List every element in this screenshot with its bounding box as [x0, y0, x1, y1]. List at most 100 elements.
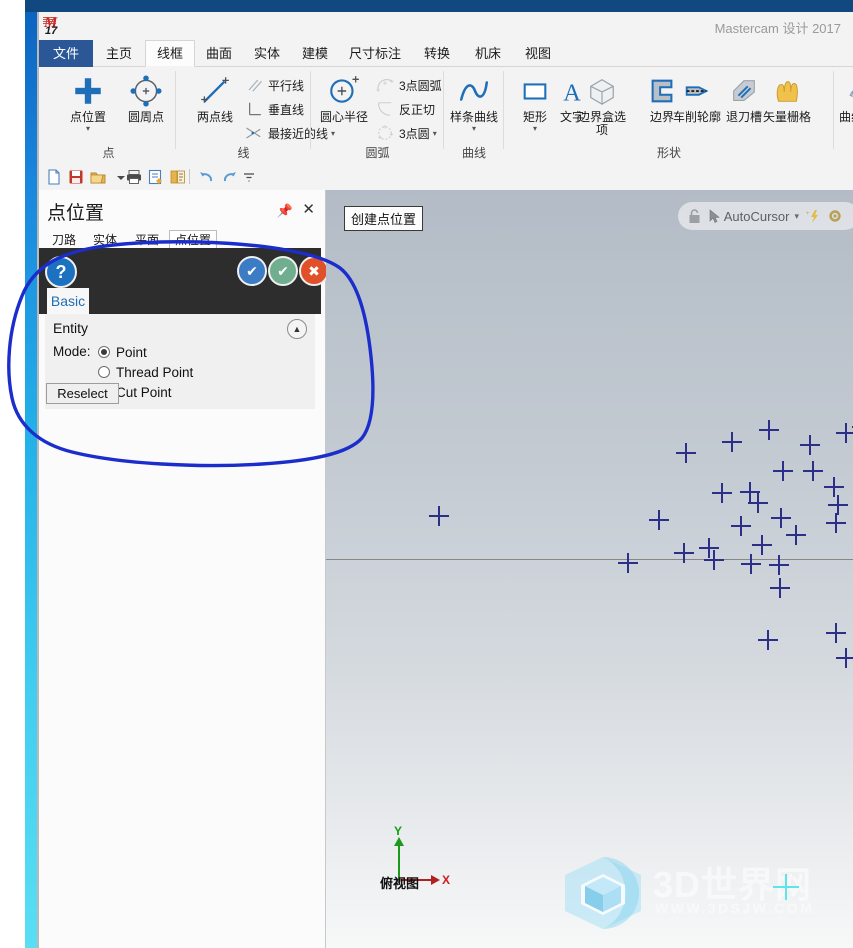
- radio-point[interactable]: Point: [98, 342, 147, 362]
- ribbon-tab-2[interactable]: 主页: [93, 40, 145, 67]
- bounding-box-icon: [590, 79, 614, 105]
- ribbon-tab-1[interactable]: 文件: [39, 40, 93, 67]
- mastercam-logo-icon[interactable]: M 17: [42, 15, 70, 39]
- ribbon-tab-10[interactable]: 视图: [513, 40, 563, 67]
- ribbon-button-3点圆[interactable]: 3点圆 ▾: [373, 121, 437, 145]
- ribbon-tab-3[interactable]: 线框: [145, 40, 195, 67]
- undo-icon[interactable]: [197, 167, 217, 187]
- point-marker[interactable]: [740, 482, 760, 502]
- ribbon-button-样条曲线[interactable]: 样条曲线 ▾: [447, 71, 501, 133]
- point-marker[interactable]: [674, 543, 694, 563]
- y-axis-arrow: [394, 837, 404, 846]
- point-marker[interactable]: [786, 525, 806, 545]
- customize-qat-carat[interactable]: [239, 167, 259, 187]
- point-marker[interactable]: [758, 630, 778, 650]
- ribbon-button-垂直线[interactable]: 垂直线: [242, 97, 304, 121]
- ribbon-button-边界盒选项[interactable]: 边界盒选项: [574, 71, 630, 137]
- point-marker[interactable]: [826, 623, 846, 643]
- point-marker[interactable]: [722, 432, 742, 452]
- point-marker[interactable]: [773, 461, 793, 481]
- point-marker[interactable]: [752, 535, 772, 555]
- graphics-viewport[interactable]: 创建点位置 AutoCursor ▾ + Y X 俯视图 3D世界网 WWW.3…: [326, 190, 853, 948]
- plus-point-icon: [75, 78, 101, 104]
- ribbon-tab-9[interactable]: 机床: [463, 40, 513, 67]
- ribbon-button-曲线—边界[interactable]: 曲线—边界: [836, 71, 853, 137]
- point-marker[interactable]: [770, 578, 790, 598]
- ribbon-button-矢量栅格[interactable]: 矢量栅格: [759, 71, 815, 124]
- ribbon-tab-4[interactable]: 曲面: [195, 40, 243, 67]
- ribbon-button-平行线[interactable]: 平行线: [242, 73, 304, 97]
- point-marker[interactable]: [712, 483, 732, 503]
- chevron-down-icon[interactable]: ▾: [61, 124, 115, 133]
- point-marker[interactable]: [731, 516, 751, 536]
- ribbon-group-name: 形状: [656, 146, 681, 160]
- point-marker[interactable]: [836, 423, 853, 443]
- ribbon-tab-7[interactable]: 尺寸标注: [339, 40, 411, 67]
- ribbon-button-圆心半径[interactable]: 圆心半径: [317, 71, 371, 124]
- point-marker[interactable]: [800, 435, 820, 455]
- screenshot-icon[interactable]: [168, 167, 188, 187]
- lock-icon[interactable]: [688, 208, 701, 224]
- chevron-up-icon[interactable]: ▲: [287, 319, 307, 339]
- panel-tab-3[interactable]: 平面: [127, 230, 167, 250]
- gear-icon[interactable]: [828, 209, 842, 223]
- point-marker[interactable]: [429, 506, 449, 526]
- point-marker[interactable]: [741, 554, 761, 574]
- redo-icon[interactable]: [219, 167, 239, 187]
- icon-wrap: [188, 71, 242, 111]
- reselect-button[interactable]: Reselect: [46, 383, 119, 404]
- ribbon-button-label: 点位置: [69, 110, 106, 124]
- logo-hatch: [43, 17, 56, 25]
- cursor-icon: [709, 208, 720, 223]
- icon-wrap: [759, 71, 815, 111]
- ribbon-button-点位置[interactable]: 点位置 ▾: [61, 71, 115, 133]
- ribbon-button-label: 圆心半径: [319, 110, 368, 124]
- print-icon[interactable]: [124, 167, 144, 187]
- panel-tab-2[interactable]: 实体: [85, 230, 125, 250]
- ribbon-tab-8[interactable]: 转换: [411, 40, 463, 67]
- point-marker[interactable]: [836, 648, 853, 668]
- print-preview-icon[interactable]: [146, 167, 166, 187]
- autocursor-button[interactable]: AutoCursor ▾: [708, 209, 799, 224]
- radio-thread-point-label: Thread Point: [116, 364, 194, 380]
- point-marker[interactable]: [803, 461, 823, 481]
- ok-button[interactable]: ✔: [268, 256, 298, 286]
- new-file-icon[interactable]: [44, 167, 64, 187]
- point-marker[interactable]: [618, 553, 638, 573]
- point-marker[interactable]: [704, 550, 724, 570]
- point-marker[interactable]: [826, 513, 846, 533]
- ribbon-button-3点圆弧[interactable]: 3点圆弧: [373, 73, 442, 97]
- chevron-down-icon[interactable]: ▾: [789, 211, 799, 222]
- help-icon[interactable]: ?: [45, 256, 77, 288]
- cancel-button[interactable]: ✖: [299, 256, 329, 286]
- point-marker[interactable]: [759, 420, 779, 440]
- ribbon-button-两点线[interactable]: 两点线: [188, 71, 242, 124]
- chevron-down-icon[interactable]: ▾: [430, 129, 437, 138]
- point-marker[interactable]: [699, 538, 719, 558]
- radio-thread-point[interactable]: Thread Point: [98, 362, 193, 382]
- point-marker[interactable]: [748, 493, 768, 513]
- point-marker[interactable]: [828, 495, 848, 515]
- close-icon[interactable]: ✕: [302, 200, 315, 218]
- point-marker[interactable]: [676, 443, 696, 463]
- ribbon-tab-6[interactable]: 建模: [291, 40, 339, 67]
- pin-icon[interactable]: 📌: [277, 203, 293, 219]
- open-folder-icon[interactable]: [88, 167, 108, 187]
- point-marker[interactable]: [649, 510, 669, 530]
- point-marker[interactable]: [769, 555, 789, 575]
- panel-tab-4[interactable]: 点位置: [169, 230, 217, 250]
- apply-and-create-new-button[interactable]: ✔: [237, 256, 267, 286]
- lightning-icon[interactable]: +: [806, 209, 821, 224]
- ribbon-button-反正切[interactable]: 反正切: [373, 97, 435, 121]
- chevron-down-icon[interactable]: ▾: [447, 124, 501, 133]
- ribbon-tab-5[interactable]: 实体: [243, 40, 291, 67]
- chevron-down-icon[interactable]: ▾: [507, 124, 563, 133]
- ribbon-button-圆周点[interactable]: 圆周点: [119, 71, 173, 124]
- point-marker[interactable]: [824, 477, 844, 497]
- panel-tab-1[interactable]: 刀路: [45, 230, 83, 250]
- radio-thread-point-indicator: [98, 366, 110, 378]
- tab-basic[interactable]: Basic: [47, 288, 89, 314]
- save-icon[interactable]: [66, 167, 86, 187]
- point-marker[interactable]: [771, 508, 791, 528]
- apply-new-glyph: ✔: [246, 262, 258, 279]
